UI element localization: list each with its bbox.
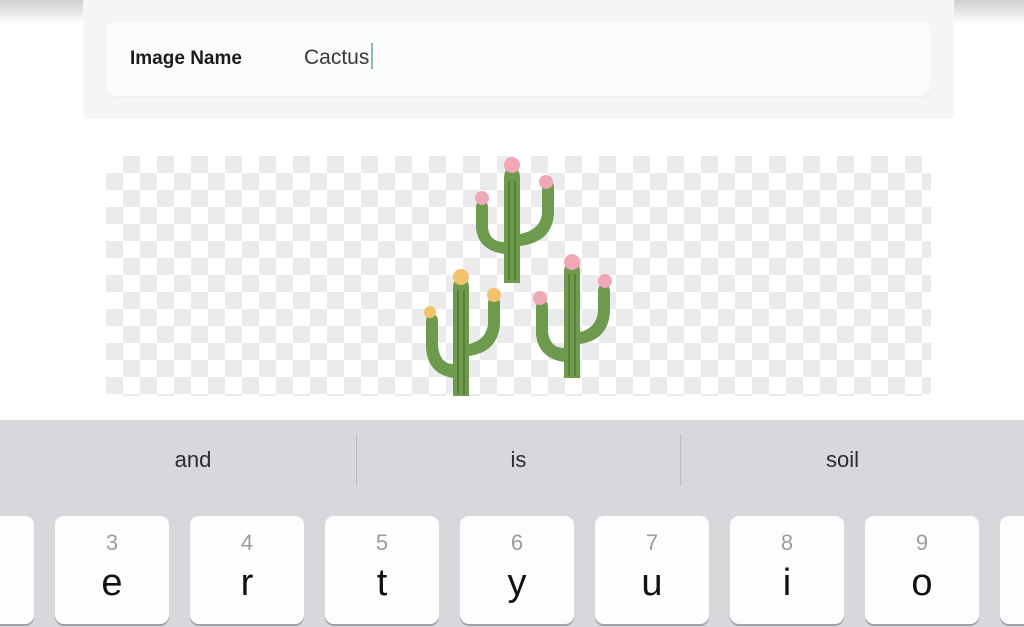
image-preview-canvas [106,156,931,396]
key-letter: t [376,562,388,604]
key-p[interactable] [1000,516,1024,624]
key-t[interactable]: 5 t [325,516,439,624]
key-w[interactable] [0,516,34,624]
cactus-bottom-left [424,269,501,396]
key-number: 3 [105,530,119,555]
suggestion-3[interactable]: soil [681,420,1004,502]
key-letter: o [911,562,933,604]
key-number: 5 [375,530,389,555]
key-letter: r [240,562,254,604]
suggestion-2[interactable]: is [357,420,680,502]
key-e[interactable]: 3 e [55,516,169,624]
key-number: 9 [915,530,929,555]
cactus-top [475,157,554,283]
key-letter: i [782,562,792,604]
suggestion-bar: and is soil [0,420,1024,502]
key-number: 4 [240,530,254,555]
suggestion-1[interactable]: and [30,420,356,502]
image-name-row: Image Name Cactus [106,21,931,96]
key-o[interactable]: 9 o [865,516,979,624]
image-name-value: Cactus [304,46,370,69]
on-screen-keyboard: and is soil 3 e 4 r 5 t 6 y 7 u 8 i 9 o [0,420,1024,627]
key-i[interactable]: 8 i [730,516,844,624]
key-r[interactable]: 4 r [190,516,304,624]
cactus-bottom-right [533,254,612,378]
key-number: 7 [645,530,659,555]
key-letter: e [101,562,123,604]
screen: Image Name Cactus and is soil 3 e 4 r 5 … [0,0,1024,627]
key-number: 8 [780,530,794,555]
text-caret [371,43,374,69]
cactus-illustration-icon [424,157,612,396]
key-number: 6 [510,530,524,555]
key-letter: y [507,562,527,604]
key-u[interactable]: 7 u [595,516,709,624]
image-name-label: Image Name [130,48,242,69]
key-letter: u [641,562,663,604]
key-y[interactable]: 6 y [460,516,574,624]
image-name-input[interactable]: Cactus [304,43,864,73]
